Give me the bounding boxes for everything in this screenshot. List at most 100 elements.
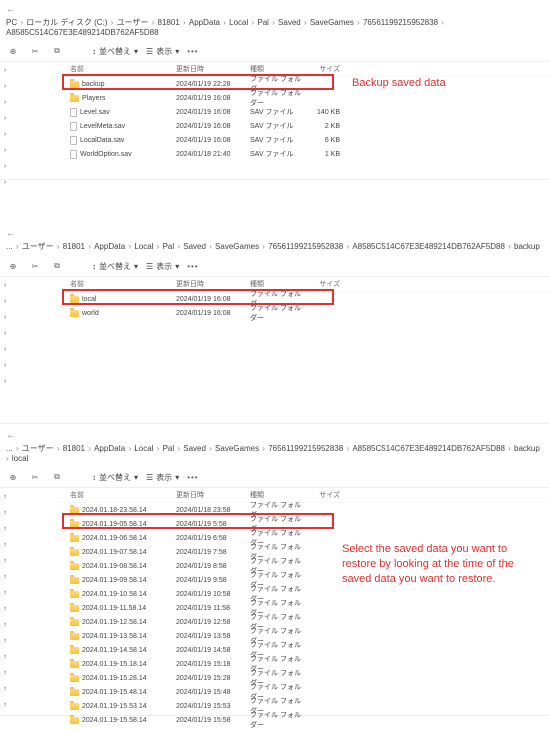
sidebar-item[interactable]: › [0,277,56,293]
table-row[interactable]: world2024/01/19 16:08ファイル フォルダー [56,306,550,320]
breadcrumb-segment[interactable]: Saved [183,242,206,251]
sidebar-item[interactable]: › [0,696,56,712]
copy-icon[interactable]: ⧉ [50,44,64,58]
breadcrumb[interactable]: ← ... › ユーザー › 81801 › AppData › Local ›… [0,224,550,256]
sidebar-item[interactable]: › [0,520,56,536]
sidebar-item[interactable]: › [0,357,56,373]
sidebar-item[interactable]: › [0,600,56,616]
breadcrumb[interactable]: ← PC › ローカル ディスク (C:) › ユーザー › 81801 › A… [0,0,550,41]
sort-button[interactable]: ↕ 並べ替え ▾ [92,46,138,57]
breadcrumb-segment[interactable]: Local [134,242,153,251]
cut-icon[interactable]: ✂ [28,470,42,484]
breadcrumb-segment[interactable]: Pal [257,18,269,27]
breadcrumb-segment[interactable]: Local [229,18,248,27]
sidebar-item[interactable]: › [0,664,56,680]
more-icon[interactable]: ••• [187,473,198,482]
breadcrumb-segment[interactable]: Saved [278,18,301,27]
breadcrumb-segment[interactable]: backup [514,242,540,251]
breadcrumb-segment[interactable]: A8585C514C67E3E489214DB762AF5D88 [352,444,505,453]
cut-icon[interactable]: ✂ [28,44,42,58]
sidebar-item[interactable]: › [0,94,56,110]
sidebar-item[interactable]: › [0,158,56,174]
col-date[interactable]: 更新日時 [176,64,250,74]
col-name[interactable]: 名前 [70,279,176,289]
col-size[interactable]: サイズ [304,490,348,500]
breadcrumb-segment[interactable]: 81801 [63,444,85,453]
breadcrumb-segment[interactable]: 76561199215952838 [268,242,343,251]
col-size[interactable]: サイズ [304,279,348,289]
sidebar-item[interactable]: › [0,78,56,94]
breadcrumb-segment[interactable]: AppData [189,18,220,27]
breadcrumb-segment[interactable]: SaveGames [310,18,354,27]
breadcrumb-segment[interactable]: A8585C514C67E3E489214DB762AF5D88 [352,242,505,251]
breadcrumb[interactable]: ← ... › ユーザー › 81801 › AppData › Local ›… [0,426,550,467]
table-row[interactable]: WorldOption.sav2024/01/18 21:40SAV ファイル1… [56,147,550,161]
breadcrumb-segment[interactable]: AppData [94,242,125,251]
sidebar-item[interactable]: › [0,309,56,325]
col-type[interactable]: 種類 [250,64,304,74]
table-row[interactable]: 2024.01.19-15.58.142024/01/19 15:58ファイル … [56,713,550,727]
breadcrumb-segment[interactable]: 76561199215952838 [268,444,343,453]
col-date[interactable]: 更新日時 [176,490,250,500]
sidebar-item[interactable]: › [0,584,56,600]
cut-icon[interactable]: ✂ [28,259,42,273]
sort-button[interactable]: ↕ 並べ替え ▾ [92,261,138,272]
breadcrumb-segment[interactable]: 81801 [63,242,85,251]
sidebar-item[interactable]: › [0,62,56,78]
breadcrumb-segment[interactable]: 76561199215952838 [363,18,438,27]
table-row[interactable]: Players2024/01/19 16:08ファイル フォルダー [56,91,550,105]
copy-icon[interactable]: ⧉ [50,470,64,484]
breadcrumb-segment[interactable]: ... [6,242,13,251]
back-icon[interactable]: ← [6,4,16,15]
breadcrumb-segment[interactable]: Saved [183,444,206,453]
sidebar-item[interactable]: › [0,174,56,190]
col-type[interactable]: 種類 [250,490,304,500]
sidebar-item[interactable]: › [0,293,56,309]
breadcrumb-segment[interactable]: ユーザー [117,18,149,27]
breadcrumb-segment[interactable]: Pal [163,444,175,453]
breadcrumb-segment[interactable]: SaveGames [215,242,259,251]
copy-icon[interactable]: ⧉ [50,259,64,273]
sidebar-item[interactable]: › [0,126,56,142]
sort-button[interactable]: ↕ 並べ替え ▾ [92,472,138,483]
col-size[interactable]: サイズ [304,64,348,74]
sidebar-item[interactable]: › [0,325,56,341]
new-icon[interactable]: ⊕ [6,259,20,273]
new-icon[interactable]: ⊕ [6,470,20,484]
breadcrumb-segment[interactable]: 81801 [158,18,180,27]
breadcrumb-segment[interactable]: ユーザー [22,242,54,251]
table-row[interactable]: LevelMeta.sav2024/01/19 16:08SAV ファイル2 K… [56,119,550,133]
sidebar-item[interactable]: › [0,142,56,158]
sidebar-item[interactable]: › [0,373,56,389]
col-name[interactable]: 名前 [70,490,176,500]
breadcrumb-segment[interactable]: Local [134,444,153,453]
sidebar-item[interactable]: › [0,341,56,357]
sidebar-item[interactable]: › [0,632,56,648]
breadcrumb-segment[interactable]: backup [514,444,540,453]
breadcrumb-segment[interactable]: ローカル ディスク (C:) [26,18,107,27]
table-row[interactable]: LocalData.sav2024/01/19 16:08SAV ファイル6 K… [56,133,550,147]
col-date[interactable]: 更新日時 [176,279,250,289]
breadcrumb-segment[interactable]: Pal [163,242,175,251]
back-icon[interactable]: ← [6,430,16,441]
breadcrumb-segment[interactable]: ... [6,444,13,453]
col-name[interactable]: 名前 [70,64,176,74]
new-icon[interactable]: ⊕ [6,44,20,58]
sidebar-item[interactable]: › [0,648,56,664]
sidebar-item[interactable]: › [0,504,56,520]
breadcrumb-segment[interactable]: local [12,454,28,463]
sidebar-item[interactable]: › [0,488,56,504]
more-icon[interactable]: ••• [187,262,198,271]
sidebar-item[interactable]: › [0,680,56,696]
view-button[interactable]: ☰ 表示 ▾ [146,472,179,483]
col-type[interactable]: 種類 [250,279,304,289]
breadcrumb-segment[interactable]: PC [6,18,17,27]
sidebar-item[interactable]: › [0,616,56,632]
breadcrumb-segment[interactable]: A8585C514C67E3E489214DB762AF5D88 [6,28,159,37]
view-button[interactable]: ☰ 表示 ▾ [146,261,179,272]
sidebar-item[interactable]: › [0,552,56,568]
breadcrumb-segment[interactable]: AppData [94,444,125,453]
table-row[interactable]: Level.sav2024/01/19 16:08SAV ファイル140 KB [56,105,550,119]
breadcrumb-segment[interactable]: SaveGames [215,444,259,453]
breadcrumb-segment[interactable]: ユーザー [22,444,54,453]
